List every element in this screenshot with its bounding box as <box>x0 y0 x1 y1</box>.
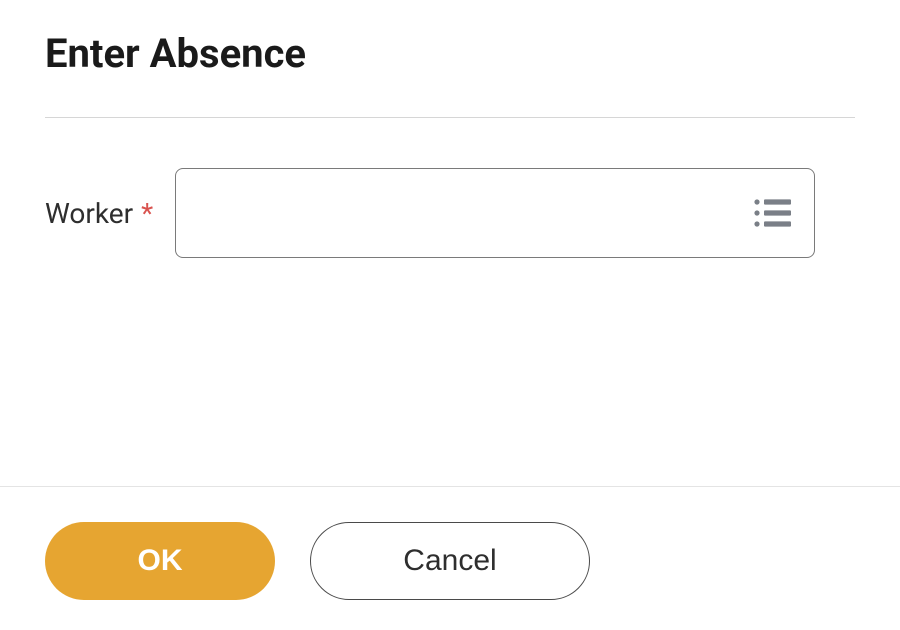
ok-button[interactable]: OK <box>45 522 275 600</box>
header-divider <box>45 117 855 118</box>
required-asterisk: * <box>141 197 153 230</box>
worker-prompt-list-button[interactable] <box>747 192 797 234</box>
worker-field-row: Worker * <box>45 168 855 258</box>
worker-input-wrapper <box>175 168 815 258</box>
page-title: Enter Absence <box>45 30 855 77</box>
worker-label-text: Worker <box>45 197 133 230</box>
cancel-button[interactable]: Cancel <box>310 522 590 600</box>
list-icon <box>753 198 791 228</box>
button-row: OK Cancel <box>0 487 900 630</box>
footer: OK Cancel <box>0 486 900 630</box>
worker-input[interactable] <box>175 168 815 258</box>
worker-label: Worker * <box>45 197 153 230</box>
